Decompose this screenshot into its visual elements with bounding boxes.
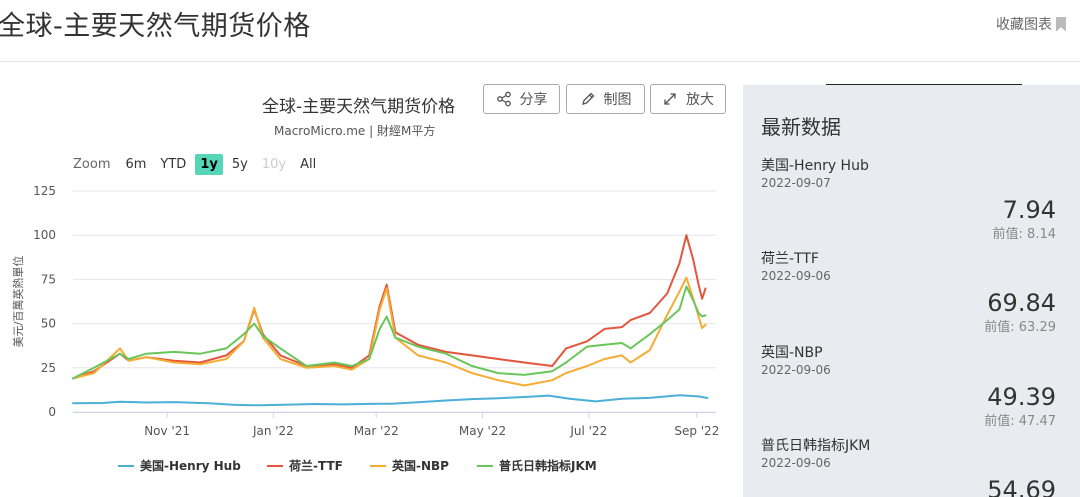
x-tick-label: Sep '22 xyxy=(674,424,719,438)
page-title: 全球-主要天然气期货价格 xyxy=(0,11,311,42)
latest-entry: 荷兰-TTF 2022-09-06 69.84 前值: 63.29 xyxy=(761,248,1056,335)
entry-date: 2022-09-06 xyxy=(761,269,831,283)
zoom-6m-button[interactable]: 6m xyxy=(120,154,151,175)
x-tick-label: Jan '22 xyxy=(252,424,294,438)
prev-prefix: 前值: xyxy=(992,227,1028,242)
y-tick-label: 100 xyxy=(33,228,56,242)
panel-title: 最新数据 xyxy=(761,115,841,139)
y-tick-label: 50 xyxy=(41,317,56,331)
entry-prev: 前值: 47.47 xyxy=(761,410,1056,429)
entry-value: 54.69 xyxy=(987,476,1056,497)
chart-area: 0 25 50 75 100 125 Nov '21 Jan '22 Mar '22 May '2… xyxy=(0,62,735,497)
prev-prefix: 前值: xyxy=(984,320,1019,335)
chart-title: 全球-主要天然气期货价格 xyxy=(262,97,456,117)
bookmark-icon xyxy=(1056,16,1066,32)
zoom-label: Zoom xyxy=(73,157,111,172)
legend-item: 英国-NBP xyxy=(392,458,449,473)
entry-name: 荷兰-TTF xyxy=(761,251,819,267)
share-icon xyxy=(496,91,511,107)
y-tick-label: 75 xyxy=(41,272,56,286)
entry-date: 2022-09-06 xyxy=(761,363,831,377)
entry-prev: 前值: 8.14 xyxy=(761,223,1056,242)
zoom-5y-button[interactable]: 5y xyxy=(227,154,253,175)
latest-entry: 普氏日韩指标JKM 2022-09-06 54.69 xyxy=(761,435,1056,497)
prev-value: 8.14 xyxy=(1027,227,1056,242)
prev-prefix: 前值: xyxy=(984,414,1019,429)
entry-date: 2022-09-07 xyxy=(761,176,831,190)
zoom-ytd-button[interactable]: YTD xyxy=(155,154,191,175)
x-tick-label: Mar '22 xyxy=(354,424,399,438)
y-tick-label: 125 xyxy=(33,184,56,198)
share-button[interactable]: 分享 xyxy=(483,84,560,114)
legend-item: 美国-Henry Hub xyxy=(140,458,241,473)
entry-value: 49.39 xyxy=(987,383,1056,411)
entry-name: 英国-NBP xyxy=(761,345,823,361)
zoom-selector: Zoom 6m YTD 1y 5y 10y All xyxy=(73,154,325,175)
x-tick-label: Jul '22 xyxy=(569,424,607,438)
expand-icon xyxy=(664,93,676,105)
prev-value: 63.29 xyxy=(1018,320,1056,335)
x-tick-label: May '22 xyxy=(459,424,506,438)
entry-date: 2022-09-06 xyxy=(761,456,831,470)
page-header: 全球-主要天然气期货价格 收藏图表 xyxy=(0,0,1080,62)
x-tick-label: Nov '21 xyxy=(144,424,190,438)
latest-entry: 英国-NBP 2022-09-06 49.39 前值: 47.47 xyxy=(761,342,1056,429)
y-tick-label: 25 xyxy=(41,361,56,375)
prev-value: 47.47 xyxy=(1018,414,1056,429)
entry-value: 7.94 xyxy=(1002,196,1056,224)
draw-label: 制图 xyxy=(603,92,632,108)
collect-chart-button[interactable]: 收藏图表 xyxy=(996,14,1066,34)
entry-name: 美国-Henry Hub xyxy=(761,158,869,174)
zoom-10y-button[interactable]: 10y xyxy=(257,154,291,175)
pencil-icon xyxy=(581,92,594,105)
expand-label: 放大 xyxy=(686,92,714,108)
latest-entry: 美国-Henry Hub 2022-09-07 7.94 前值: 8.14 xyxy=(761,155,1056,242)
collect-label: 收藏图表 xyxy=(996,17,1052,33)
series-line xyxy=(72,394,709,407)
y-tick-label: 0 xyxy=(48,405,56,419)
zoom-1y-button[interactable]: 1y xyxy=(195,154,223,175)
chart-subtitle: MacroMicro.me | 財經M平方 xyxy=(274,124,436,138)
legend-item: 荷兰-TTF xyxy=(288,458,343,473)
entry-prev: 前值: 63.29 xyxy=(761,316,1056,335)
zoom-all-button[interactable]: All xyxy=(295,154,321,175)
draw-button[interactable]: 制图 xyxy=(566,84,645,114)
latest-data-panel: 最新数据 美国-Henry Hub 2022-09-07 7.94 前值: 8.… xyxy=(743,85,1080,497)
legend-item: 普氏日韩指标JKM xyxy=(499,458,597,473)
share-label: 分享 xyxy=(519,92,548,108)
entry-value: 69.84 xyxy=(987,289,1056,317)
entry-name: 普氏日韩指标JKM xyxy=(761,438,871,454)
y-axis-label: 美元/百萬英熱單位 xyxy=(11,256,25,348)
expand-button[interactable]: 放大 xyxy=(650,84,726,114)
